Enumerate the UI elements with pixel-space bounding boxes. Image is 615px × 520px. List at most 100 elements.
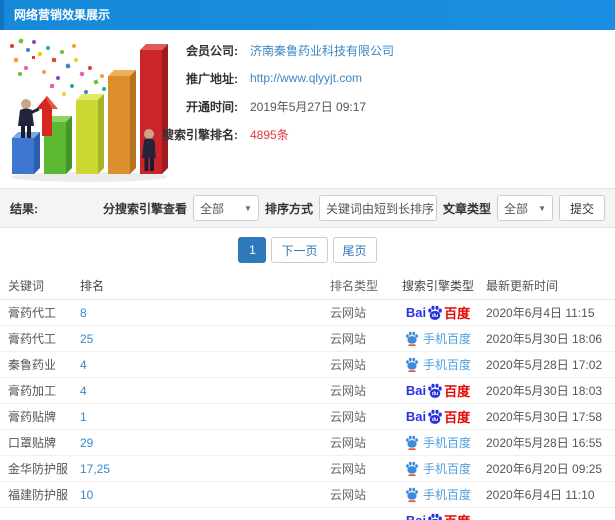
rank-type-cell: 云网站 [330,306,367,320]
mobile-baidu-badge: 手机百度 [405,486,471,503]
updated-cell: 2020年5月28日 16:55 [486,436,603,450]
rank-link[interactable]: 10 [80,488,330,502]
company-link[interactable]: 济南秦鲁药业科技有限公司 [250,42,394,59]
mobile-baidu-label: 手机百度 [422,358,471,372]
mobile-baidu-badge: 手机百度 [405,330,471,347]
table-header-row: 关键词 排名 排名类型 搜索引擎类型 最新更新时间 [0,272,615,300]
svg-text:du: du [432,391,438,397]
engine-filter-label: 分搜索引擎查看 [102,201,187,216]
engine-cell: Bai du 百度 [392,434,484,451]
keyword-cell: 金华防护服 [8,462,69,476]
article-type-select[interactable]: 全部 ▼ [496,195,553,221]
header-rank: 排名 [80,279,105,293]
next-page-button[interactable]: 下一页 [271,237,328,263]
mobile-baidu-paw-icon [406,331,418,346]
engine-filter-select[interactable]: 全部 ▼ [192,195,259,221]
bar-blue [12,132,40,174]
rank-type-cell: 云网站 [330,332,367,346]
last-page-button[interactable]: 尾页 [332,237,377,263]
rank-link[interactable]: 1 [80,410,330,424]
open-time-label: 开通时间: [186,99,238,114]
rank-count-value: 4895条 [250,127,289,142]
baidu-cn-text: 百度 [444,410,471,425]
url-label: 推广地址: [186,71,238,86]
sort-filter-select[interactable]: 关键词由短到长排序 ▼ [318,195,450,221]
chevron-down-icon: ▼ [538,203,546,213]
info-row-company: 会员公司: 济南秦鲁药业科技有限公司 [150,36,615,64]
svg-text:du: du [432,417,438,423]
mobile-baidu-paw-icon [406,461,418,476]
mobile-baidu-label: 手机百度 [422,332,471,346]
baidu-logo: Bai du 百度 [406,303,470,322]
rank-type-cell: 云网站 [330,384,367,398]
bar-chart-illustration [10,38,168,182]
mobile-baidu-badge: 手机百度 [405,460,471,477]
mobile-baidu-label: 手机百度 [422,436,471,450]
header-engine-type: 搜索引擎类型 [401,279,474,293]
table-row: 福建防护服 10 云网站 Bai du 百度 [0,482,615,508]
mobile-baidu-label: 手机百度 [422,462,471,476]
page-1-button[interactable]: 1 [238,237,267,263]
table-body: 膏药代工 8 云网站 Bai du 百度 2020年6月4日 11:15 膏药代… [0,300,615,520]
keyword-cell: 膏药代工 [8,332,57,346]
baidu-paw-icon: du [428,513,442,520]
member-info: 会员公司: 济南秦鲁药业科技有限公司 推广地址: http://www.qlyy… [150,36,615,148]
keyword-cell: 膏药加工 [8,384,57,398]
promotion-url-link[interactable]: http://www.qlyyjt.com [250,71,362,85]
baidu-latin-text: Bai [405,383,427,398]
rank-link[interactable]: 29 [80,436,330,450]
table-row: 膏药代工 25 云网站 Bai du 百度 [0,326,615,352]
updated-cell: 2020年6月20日 09:25 [486,462,603,476]
submit-button[interactable]: 提交 [558,195,605,221]
keyword-cell: 膏药贴牌 [8,410,57,424]
baidu-logo: Bai du 百度 [406,511,470,520]
bar-yellow [76,94,104,174]
rank-link[interactable]: 4 [80,358,330,372]
confetti-dots [10,38,106,103]
rank-link[interactable]: 25 [80,332,330,346]
filter-bar: 结果: 分搜索引擎查看 全部 ▼ 排序方式 关键词由短到长排序 ▼ 文章类型 全… [0,188,615,228]
engine-cell: Bai du 百度 [392,511,484,520]
article-type-value: 全部 [503,201,528,216]
results-label: 结果: [10,201,38,216]
engine-cell: Bai du 百度 [392,486,484,503]
updated-cell: 2020年5月30日 18:06 [486,332,603,346]
engine-cell: Bai du 百度 [392,407,484,426]
baidu-cn-text: 百度 [444,306,471,321]
engine-cell: Bai du 百度 [392,356,484,373]
mobile-baidu-label: 手机百度 [422,488,471,502]
mobile-baidu-paw-icon [406,357,418,372]
rank-type-cell: 云网站 [330,436,367,450]
baidu-paw-icon: du [428,383,442,398]
baidu-logo: Bai du 百度 [406,381,470,400]
page-title: 网络营销效果展示 [14,8,111,22]
open-time-value: 2019年5月27日 09:17 [250,99,367,114]
rank-type-cell: 云网站 [330,462,367,476]
rank-link[interactable]: 8 [80,306,330,320]
sort-filter-label: 排序方式 [264,201,313,216]
updated-cell: 2020年6月4日 11:15 [486,306,595,320]
keyword-cell: 膏药代工 [8,306,57,320]
info-row-url: 推广地址: http://www.qlyyjt.com [150,64,615,92]
info-row-open-time: 开通时间: 2019年5月27日 09:17 [150,92,615,120]
table-row: 膏药加工 4 云网站 Bai du 百度 2020年5月30日 18:03 [0,378,615,404]
keyword-cell: 口罩贴牌 [8,436,57,450]
header-rank-type: 排名类型 [330,279,379,293]
updated-cell: 2020年5月30日 18:03 [486,384,603,398]
keyword-cell: 秦鲁药业 [8,358,57,372]
pagination: 1 下一页 尾页 [0,228,615,272]
summary-section: 会员公司: 济南秦鲁药业科技有限公司 推广地址: http://www.qlyy… [0,30,615,188]
rank-link[interactable]: 17,25 [80,462,330,476]
baidu-cn-text: 百度 [444,384,471,399]
rank-count-label: 搜索引擎排名: [162,127,238,142]
filter-controls: 分搜索引擎查看 全部 ▼ 排序方式 关键词由短到长排序 ▼ 文章类型 全部 ▼ … [103,195,605,221]
baidu-latin-text: Bai [405,305,427,320]
article-type-label: 文章类型 [442,201,491,216]
baidu-paw-icon: du [428,409,442,424]
svg-text:du: du [432,313,438,319]
rank-link[interactable]: 4 [80,384,330,398]
table-row: Bai du 百度 [0,508,615,520]
mobile-baidu-paw-icon [406,487,418,502]
mobile-baidu-badge: 手机百度 [405,434,471,451]
sort-filter-value: 关键词由短到长排序 [325,201,434,216]
